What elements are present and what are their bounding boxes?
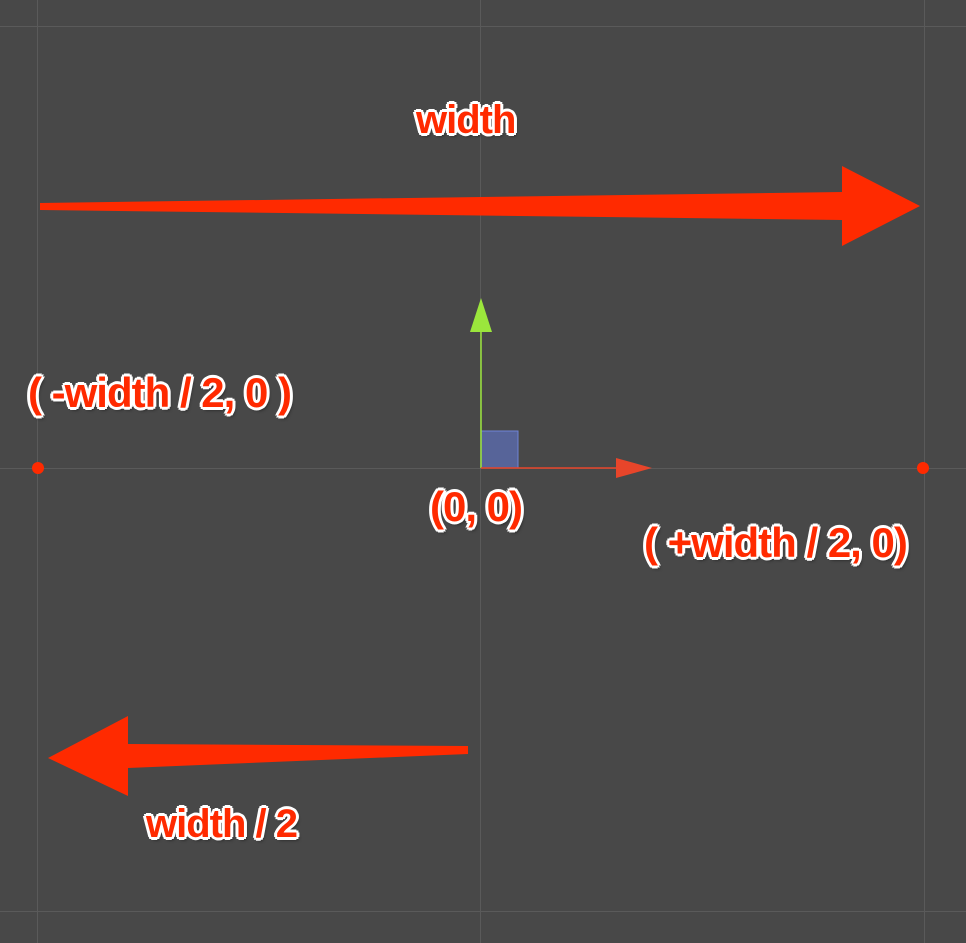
- right-point-label: ( +width / 2, 0): [644, 519, 908, 566]
- x-axis-arrow-icon[interactable]: [616, 458, 652, 478]
- right-endpoint-dot: [917, 462, 929, 474]
- width-label: width: [416, 98, 516, 142]
- y-axis-arrow-icon[interactable]: [470, 298, 492, 332]
- scene-view[interactable]: width ( -width / 2, 0 ) (0, 0) ( +width …: [0, 0, 966, 943]
- half-width-label: width / 2: [146, 802, 298, 846]
- left-point-label: ( -width / 2, 0 ): [28, 369, 292, 416]
- transform-gizmo[interactable]: [470, 298, 652, 478]
- origin-square: [480, 430, 519, 469]
- half-width-arrow: [48, 716, 468, 796]
- origin-label: (0, 0): [430, 483, 523, 530]
- left-endpoint-dot: [32, 462, 44, 474]
